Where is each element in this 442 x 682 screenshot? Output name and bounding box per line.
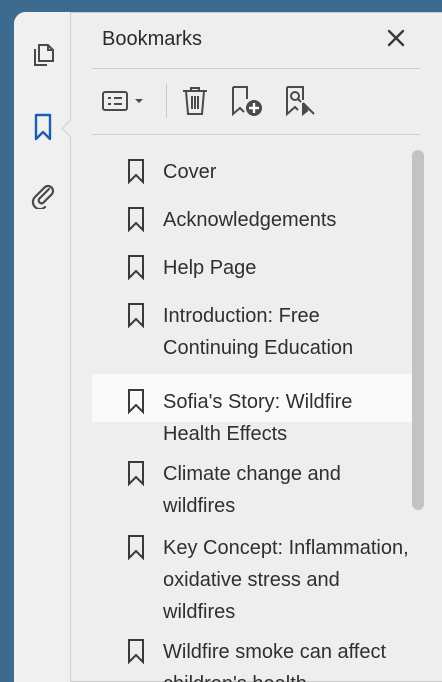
delete-bookmark-button[interactable] — [180, 84, 210, 118]
bookmark-label: Climate change and wildfires — [163, 463, 341, 517]
bookmark-icon — [128, 207, 144, 232]
bookmark-icon — [128, 389, 144, 414]
panel-title: Bookmarks — [102, 28, 203, 50]
bookmarks-panel: Bookmarks Cover Acknowledgements Help Pa… — [14, 12, 442, 682]
list-options-icon — [102, 91, 143, 111]
bookmark-item-acknowledgements[interactable]: Acknowledgements — [92, 202, 414, 238]
new-bookmark-icon — [232, 86, 262, 117]
bookmark-item-help-page[interactable]: Help Page — [92, 250, 414, 286]
header-divider — [92, 68, 420, 69]
bookmark-icon — [128, 255, 144, 280]
bookmark-label: Acknowledgements — [163, 209, 337, 231]
bookmark-label: Key Concept: Inflammation, oxidative str… — [163, 537, 409, 623]
bookmarks-icon[interactable] — [28, 112, 58, 142]
bookmark-label: Cover — [163, 161, 217, 183]
bookmark-icon — [128, 303, 144, 328]
bookmark-search-icon — [286, 86, 315, 117]
bookmark-label: Sofia's Story: Wildfire Health Effects — [163, 391, 353, 445]
toolbar-separator — [166, 84, 167, 118]
bookmark-icon — [128, 461, 144, 486]
scrollbar-thumb[interactable] — [412, 150, 424, 510]
trash-icon — [183, 87, 207, 115]
bookmark-item-climate-change[interactable]: Climate change and wildfires — [92, 456, 414, 524]
bookmark-search-button[interactable] — [284, 84, 320, 118]
pages-icon[interactable] — [28, 40, 58, 70]
bookmark-icon — [128, 159, 144, 184]
bookmark-label: Wildfire smoke can affect children's hea… — [163, 641, 387, 682]
new-bookmark-button[interactable] — [230, 84, 266, 118]
toolbar-divider — [92, 134, 420, 135]
bookmark-item-introduction[interactable]: Introduction: Free Continuing Education — [92, 298, 414, 366]
bookmark-item-key-concept[interactable]: Key Concept: Inflammation, oxidative str… — [92, 530, 414, 630]
attachments-icon[interactable] — [28, 180, 58, 210]
sidebar-rail — [14, 12, 71, 682]
close-icon[interactable] — [382, 24, 410, 52]
bookmark-icon — [128, 535, 144, 560]
bookmark-item-cover[interactable]: Cover — [92, 154, 414, 190]
bookmark-label: Help Page — [163, 257, 257, 279]
options-menu-button[interactable] — [102, 84, 154, 118]
bookmark-icon — [128, 639, 144, 664]
bookmark-item-sofias-story[interactable]: Sofia's Story: Wildfire Health Effects — [92, 374, 414, 445]
bookmark-item-wildfire-smoke[interactable]: Wildfire smoke can affect children's hea… — [92, 634, 414, 682]
bookmark-label: Introduction: Free Continuing Education — [163, 305, 354, 359]
